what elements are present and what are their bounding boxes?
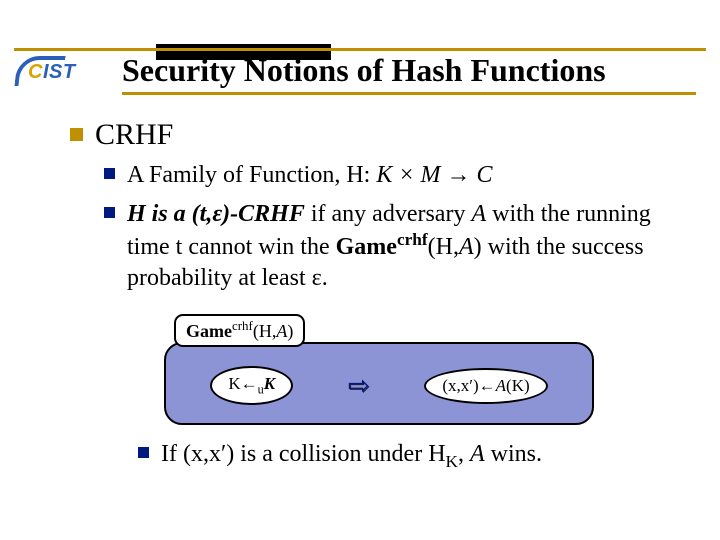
game-label-A: A [276,321,287,341]
bullet-icon [104,168,115,179]
defn-A2: A [459,234,474,260]
family-prefix: A Family of Function, H: [127,162,376,188]
family-text: A Family of Function, H: K × M → C [127,160,493,191]
step1-post: K [264,374,275,393]
lvl2-group: A Family of Function, H: K × M → C H is … [104,160,690,473]
concl-post: wins. [485,441,542,467]
game-label-args: (H, [253,321,277,341]
conclusion-text: If (x,x′) is a collision under HK, A win… [161,439,542,473]
title-underline [122,92,696,95]
game-step1: K←uK [210,366,293,405]
game-diagram: Gamecrhf(H,A) K←uK ⇨ (x,x′)←A(K) [164,314,594,425]
defn-game: Game [336,234,397,260]
defn-text: H is a (t,ε)-CRHF if any adversary A wit… [127,199,690,294]
game-box: K←uK ⇨ (x,x′)←A(K) [164,342,594,425]
family-expr: K × M → C [376,162,492,188]
concl-A: A [470,441,485,467]
logo-text: CIST [28,61,76,84]
top-divider [14,48,706,51]
defn-hA: (H, [428,234,459,260]
defn-crhf: crhf [397,230,428,249]
step2-pre: (x,x′)← [442,376,495,395]
game-step2: (x,x′)←A(K) [424,368,547,404]
game-label-close: ) [287,321,293,341]
bullet-icon [138,447,149,458]
step2-post: (K) [506,376,530,395]
slide-title: Security Notions of Hash Functions [122,52,606,89]
logo-letter-c: C [28,61,43,83]
lvl1-text: CRHF [95,118,173,152]
slide-content: CRHF A Family of Function, H: K × M → C … [70,118,690,481]
logo-letters-ist: IST [43,61,76,83]
game-label-sup: crhf [232,318,253,333]
bullet-lvl1: CRHF [70,118,690,152]
game-label-game: Game [186,321,232,341]
bullet-defn: H is a (t,ε)-CRHF if any adversary A wit… [104,199,690,294]
arrow-icon: ⇨ [348,371,370,401]
cist-logo: CIST [14,55,110,89]
defn-A: A [471,201,486,227]
concl-sub: K [446,452,458,471]
bullet-family: A Family of Function, H: K × M → C [104,160,690,191]
concl-mid: , [458,441,470,467]
bullet-conclusion: If (x,x′) is a collision under HK, A win… [138,439,690,473]
defn-mid: if any adversary [305,201,472,227]
defn-close: ) [474,234,482,260]
bullet-icon [104,207,115,218]
concl-pre: If (x,x′) is a collision under H [161,441,446,467]
game-label: Gamecrhf(H,A) [174,314,305,347]
step2-A: A [496,376,506,395]
defn-lead: H is a (t,ε)-CRHF [127,201,305,227]
step1-pre: K← [228,374,257,393]
bullet-icon [70,128,83,141]
